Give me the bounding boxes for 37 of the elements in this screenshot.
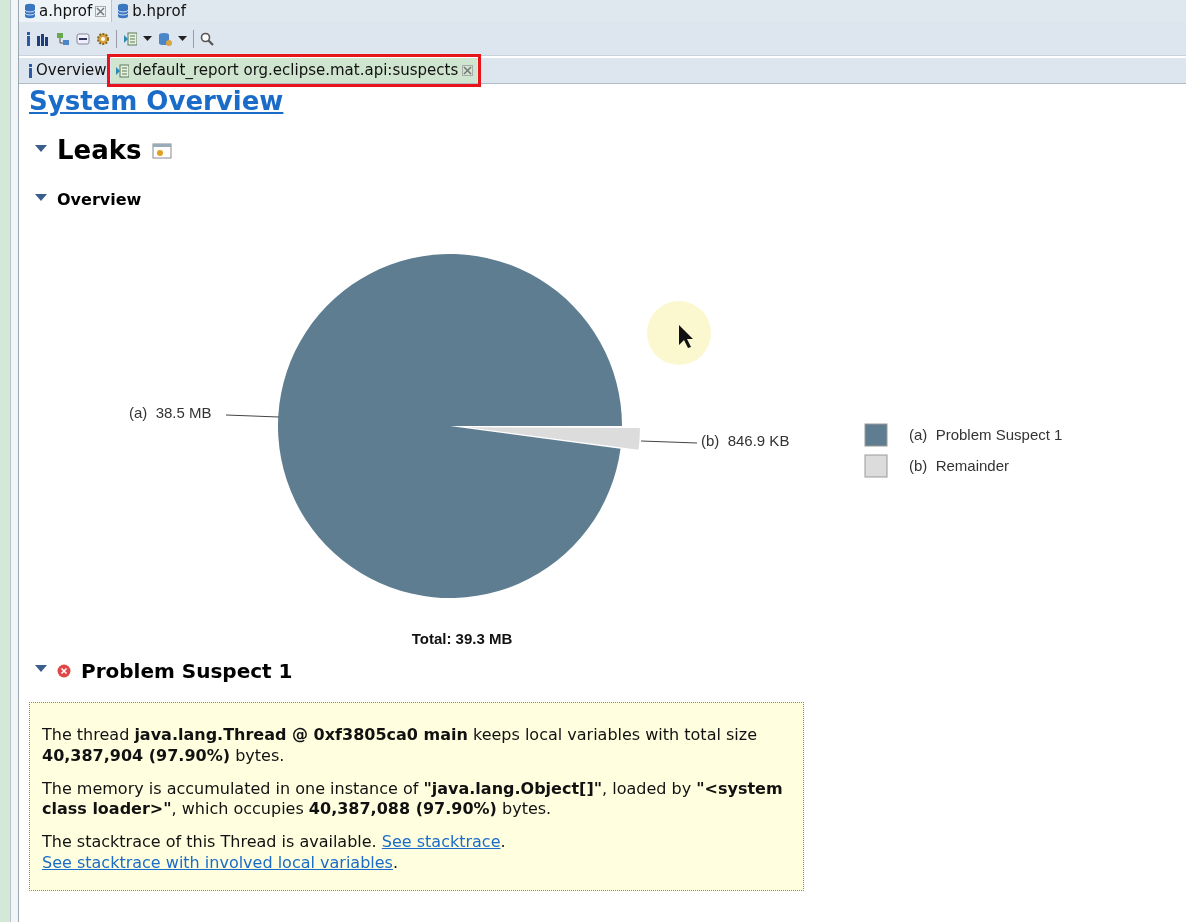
error-icon — [57, 664, 71, 678]
report-icon[interactable] — [123, 31, 137, 46]
leader-line — [225, 414, 280, 418]
leader-line — [640, 440, 698, 444]
close-icon[interactable] — [95, 5, 107, 17]
report-icon — [114, 63, 129, 78]
page-title-link[interactable]: System Overview — [29, 88, 284, 114]
description-text: The stacktrace of this Thread is available. See stacktrace. See stacktrace with involved local variables. — [42, 832, 507, 874]
editor-tab[interactable]: b.hprof — [112, 0, 191, 22]
close-icon[interactable] — [462, 65, 474, 76]
gear-icon[interactable] — [96, 31, 110, 46]
section-heading: Overview — [57, 189, 142, 211]
report-tab[interactable]: Overview — [25, 58, 111, 83]
section-heading: Problem Suspect 1 — [81, 658, 293, 685]
info-icon — [29, 63, 32, 78]
description-text: The memory is accumulated in one instance of "java.lang.Object[]", loaded by "<system class loader>", which occupies 40,387,088 (97.90%) bytes. — [42, 778, 784, 821]
database-icon — [24, 3, 36, 19]
legend-label: (b) Remainder — [909, 457, 1010, 474]
caret-icon[interactable] — [143, 36, 152, 41]
caret-icon[interactable] — [178, 36, 187, 41]
slice-label: (a) 38.5 MB — [129, 404, 212, 421]
stacktrace-link[interactable]: See stacktrace — [381, 832, 501, 852]
editor-tab[interactable]: a.hprof — [19, 0, 113, 22]
section-heading: Leaks — [57, 134, 142, 167]
query-icon[interactable] — [76, 31, 90, 46]
legend-label: (a) Problem Suspect 1 — [909, 426, 1063, 443]
bar-chart-icon[interactable] — [36, 31, 50, 46]
database-icon — [117, 3, 130, 19]
stacktrace-link[interactable]: See stacktrace with involved local variables — [42, 853, 393, 872]
search-icon[interactable] — [200, 31, 214, 46]
database-icon[interactable] — [158, 31, 172, 46]
slice-label: (b) 846.9 KB — [701, 432, 790, 449]
info-icon[interactable] — [27, 31, 30, 46]
cursor-icon — [647, 301, 711, 365]
description-text: The thread java.lang.Thread @ 0xf3805ca0 main keeps local variables with total size 40,387,904 (97.90%) bytes. — [42, 725, 758, 767]
chart-total: Total: 39.3 MB — [411, 630, 513, 647]
tree-icon[interactable] — [56, 31, 70, 46]
